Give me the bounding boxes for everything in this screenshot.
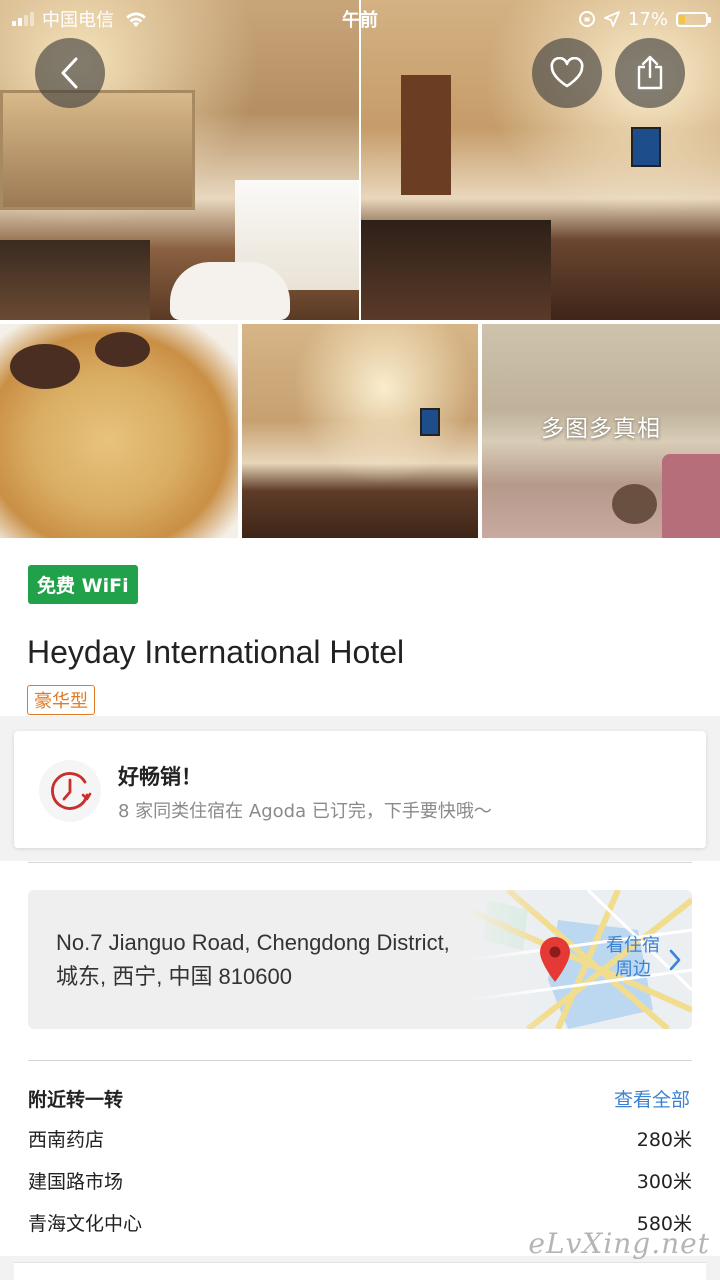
more-photos-label: 多图多真相: [541, 416, 661, 442]
photo-gallery[interactable]: 多图多真相: [0, 0, 720, 538]
orientation-lock-icon: [578, 11, 595, 27]
share-button[interactable]: [615, 38, 685, 108]
free-wifi-badge: 免费 WiFi: [28, 565, 138, 604]
nearby-place-name: 青海文化中心: [28, 1213, 143, 1235]
nearby-place-name: 建国路市场: [28, 1171, 124, 1193]
nearby-place-distance: 280米: [636, 1129, 692, 1151]
share-icon: [637, 55, 663, 90]
divider: [28, 1060, 692, 1061]
photo-detail-bowl: [95, 332, 150, 367]
address-line-1: No.7 Jianguo Road, Chengdong District,: [56, 930, 450, 955]
location-card[interactable]: No.7 Jianguo Road, Chengdong District, 城…: [28, 890, 692, 1029]
photo-detail-bathtub: [170, 262, 290, 320]
photo-detail-tv: [420, 408, 440, 436]
battery-percent: 17%: [627, 8, 668, 30]
promo-title: 好畅销！: [118, 765, 202, 789]
hotel-photo-food[interactable]: [0, 324, 238, 538]
watermark: eLvXing.net: [528, 1227, 710, 1260]
hotel-address: No.7 Jianguo Road, Chengdong District, 城…: [56, 926, 516, 994]
view-nearby-link[interactable]: 看住宿周边: [598, 934, 668, 982]
chevron-right-icon[interactable]: [668, 948, 682, 972]
battery-icon: [676, 11, 711, 27]
photo-detail-wood-panel: [401, 75, 451, 195]
hotel-name: Heyday International Hotel: [27, 634, 405, 670]
wifi-icon: [126, 12, 146, 27]
nearby-heading: 附近转一转: [28, 1089, 124, 1111]
view-all-link[interactable]: 查看全部: [614, 1085, 690, 1112]
photo-detail-counter: [361, 220, 551, 320]
back-arrow-icon: [61, 57, 78, 89]
map-pin-icon: [540, 937, 570, 982]
back-button[interactable]: [35, 38, 105, 108]
photo-detail-mirror: [0, 90, 195, 210]
clock-badge: [39, 760, 101, 822]
more-photos-button[interactable]: 多图多真相: [482, 324, 720, 538]
status-bar: 中国电信 午前 17%: [0, 0, 720, 38]
favorite-button[interactable]: [532, 38, 602, 108]
heart-icon: [550, 57, 584, 88]
nearby-place-row[interactable]: 西南药店 280米: [28, 1125, 692, 1152]
photo-detail-bowl: [10, 344, 80, 389]
divider: [28, 862, 692, 863]
carrier-name: 中国电信: [42, 10, 114, 31]
nearby-place-row[interactable]: 建国路市场 300米: [28, 1167, 692, 1194]
nearby-place-distance: 300米: [636, 1171, 692, 1193]
promo-card: 好畅销！ 8 家同类住宿在 Agoda 已订完，下手要快哦～: [14, 731, 706, 848]
hotel-category-badge: 豪华型: [27, 685, 95, 715]
location-arrow-icon: [604, 11, 620, 27]
promo-subtitle: 8 家同类住宿在 Agoda 已订完，下手要快哦～: [118, 801, 492, 822]
photo-detail-tv: [631, 127, 661, 167]
photo-detail-counter: [0, 240, 150, 320]
hotel-photo-room[interactable]: [242, 324, 478, 538]
signal-icon: [12, 12, 34, 26]
address-line-2: 城东, 西宁, 中国 810600: [56, 964, 292, 989]
nearby-place-name: 西南药店: [28, 1129, 105, 1151]
clock-icon: [51, 772, 92, 810]
